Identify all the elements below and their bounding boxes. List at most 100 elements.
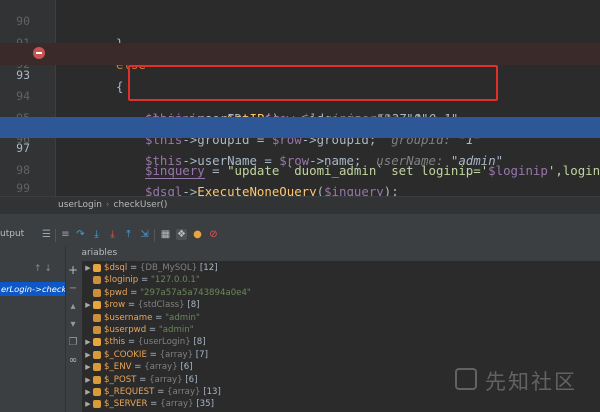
breakpoint-icon[interactable]: ●: [192, 229, 203, 240]
variable-separator: =: [136, 374, 150, 385]
run-to-cursor-icon[interactable]: ⇲: [139, 229, 150, 240]
variable-name: $userpwd: [104, 325, 147, 335]
variable-text: $_REQUEST = {array} [13]: [104, 386, 221, 398]
variable-name: $_POST: [104, 374, 137, 385]
variable-row[interactable]: $pwd = "297a57a5a743894a0e4": [82, 287, 600, 299]
variables-toolbar: + − ▴ ▾ ❐ ∞: [66, 246, 80, 412]
expand-arrow-icon[interactable]: ▶: [84, 374, 92, 386]
code-editor[interactable]: 90 } 91 else 92 { 93 $loginip = GetIP();…: [0, 0, 600, 196]
variable-count: [7]: [195, 349, 208, 360]
variable-text: $userpwd = "admin": [104, 324, 194, 336]
object-variable-icon: [93, 301, 101, 310]
variable-count: [6]: [185, 374, 198, 385]
watermark: 先知社区: [455, 360, 595, 400]
variable-text: $username = "admin": [104, 312, 200, 324]
variable-type: {DB_MySQL}: [139, 263, 200, 273]
variable-name: $pwd: [104, 287, 128, 298]
variable-count: [8]: [187, 300, 200, 311]
variable-text: $pwd = "297a57a5a743894a0e4": [104, 287, 251, 299]
variable-type: {array}: [167, 387, 204, 397]
variable-separator: =: [146, 325, 159, 335]
output-tab[interactable]: utput: [0, 229, 24, 239]
variable-row[interactable]: ▶ $_SERVER = {array} [35]: [82, 398, 600, 410]
string-variable-icon: [93, 288, 101, 297]
breadcrumb-method[interactable]: checkUser(): [114, 200, 168, 210]
add-watch-icon[interactable]: +: [68, 264, 78, 276]
debug-toolbar: utput ☰ ≡ ↷ ⤓ ⤓ ⤒ ⇲ ▦ ❖ ● ⊘: [0, 226, 600, 246]
force-step-into-icon[interactable]: ⤓: [107, 229, 118, 240]
variable-text: $_ENV = {array} [6]: [104, 361, 193, 373]
variable-count: [12]: [199, 263, 218, 273]
frame-item-selected[interactable]: erLogin->checkUs: [0, 282, 65, 296]
variable-value: "127.0.0.1": [150, 275, 200, 286]
object-variable-icon: [93, 264, 101, 272]
variable-text: $dsql = {DB_MySQL} [12]: [104, 262, 218, 274]
variable-name: $_ENV: [104, 362, 132, 373]
breadcrumb: userLogin › checkUser(): [0, 196, 600, 214]
variable-separator: =: [127, 263, 140, 273]
variable-name: $this: [104, 337, 126, 348]
step-out-icon[interactable]: ⤒: [123, 229, 134, 240]
expand-arrow-icon[interactable]: ▶: [84, 336, 92, 348]
code-line-91[interactable]: 91 else: [0, 11, 600, 72]
show-execution-point-icon[interactable]: ≡: [60, 229, 71, 240]
frame-navigation-arrows[interactable]: ↑ ↓: [34, 264, 52, 274]
frames-list[interactable]: ↑ ↓ erLogin->checkUs: [0, 246, 66, 412]
step-over-icon[interactable]: ↷: [75, 229, 86, 240]
array-variable-icon: [93, 400, 101, 409]
variable-count: [35]: [196, 399, 214, 410]
variable-value: "admin": [158, 325, 194, 335]
variable-text: $_POST = {array} [6]: [104, 374, 197, 386]
expand-arrow-icon[interactable]: ▶: [84, 386, 92, 398]
toolbar-divider: [55, 229, 56, 242]
variable-separator: =: [127, 287, 141, 298]
variable-name: $_REQUEST: [104, 387, 155, 397]
array-variable-icon: [93, 388, 101, 396]
expand-arrow-icon[interactable]: ▶: [84, 361, 92, 373]
breadcrumb-class[interactable]: userLogin: [58, 200, 102, 210]
copy-icon[interactable]: ❐: [68, 337, 78, 349]
code-line-100[interactable]: 100 }: [0, 174, 600, 195]
variable-text: $loginip = "127.0.0.1": [104, 274, 200, 286]
watch-icon[interactable]: ❖: [176, 229, 187, 240]
code-line-90[interactable]: 90 }: [0, 0, 600, 50]
variable-row[interactable]: $userpwd = "admin": [82, 324, 600, 336]
infinite-icon[interactable]: ∞: [68, 355, 78, 367]
variable-row[interactable]: ▶ $this = {userLogin} [8]: [82, 336, 600, 348]
variable-separator: =: [125, 337, 138, 348]
expand-arrow-icon[interactable]: ▶: [84, 398, 92, 410]
variable-value: "297a57a5a743894a0e4": [140, 287, 251, 298]
variable-row[interactable]: $loginip = "127.0.0.1": [82, 274, 600, 286]
step-into-icon[interactable]: ⤓: [91, 229, 102, 240]
variable-name: $_SERVER: [104, 399, 148, 410]
string-variable-icon: [93, 326, 101, 334]
variable-type: {array}: [144, 362, 181, 373]
variable-separator: =: [146, 349, 160, 360]
variable-separator: =: [147, 399, 161, 410]
variable-separator: =: [131, 362, 145, 373]
expand-arrow-icon[interactable]: ▶: [84, 299, 92, 311]
expand-arrow-icon[interactable]: ▶: [84, 349, 92, 361]
array-variable-icon: [93, 363, 101, 372]
variable-count: [8]: [193, 337, 206, 348]
console-icon[interactable]: ☰: [41, 229, 52, 240]
variable-row[interactable]: $username = "admin": [82, 312, 600, 324]
variable-separator: =: [152, 312, 166, 323]
mute-breakpoints-icon[interactable]: ⊘: [208, 229, 219, 240]
array-variable-icon: [93, 350, 101, 359]
variable-type: {stdClass}: [137, 300, 188, 311]
evaluate-expression-icon[interactable]: ▦: [160, 229, 171, 240]
move-up-icon[interactable]: ▴: [68, 301, 78, 313]
variable-text: $this = {userLogin} [8]: [104, 336, 206, 348]
breakpoint-icon[interactable]: [33, 47, 45, 60]
variable-name: $_COOKIE: [104, 349, 147, 360]
remove-watch-icon[interactable]: −: [68, 283, 78, 295]
code-line-97-execution-point[interactable]: 97 $inquery = "update `duomi_admin` set …: [0, 117, 600, 179]
variable-name: $row: [104, 300, 126, 311]
variable-row[interactable]: ▶ $row = {stdClass} [8]: [82, 299, 600, 311]
variable-type: {array}: [160, 399, 197, 410]
variable-row[interactable]: ▶ $dsql = {DB_MySQL} [12]: [82, 262, 600, 274]
code-line-93[interactable]: 93 $loginip = GetIP(); $loginip: "127.0.…: [0, 43, 600, 127]
expand-arrow-icon[interactable]: ▶: [84, 262, 92, 274]
move-down-icon[interactable]: ▾: [68, 319, 78, 331]
